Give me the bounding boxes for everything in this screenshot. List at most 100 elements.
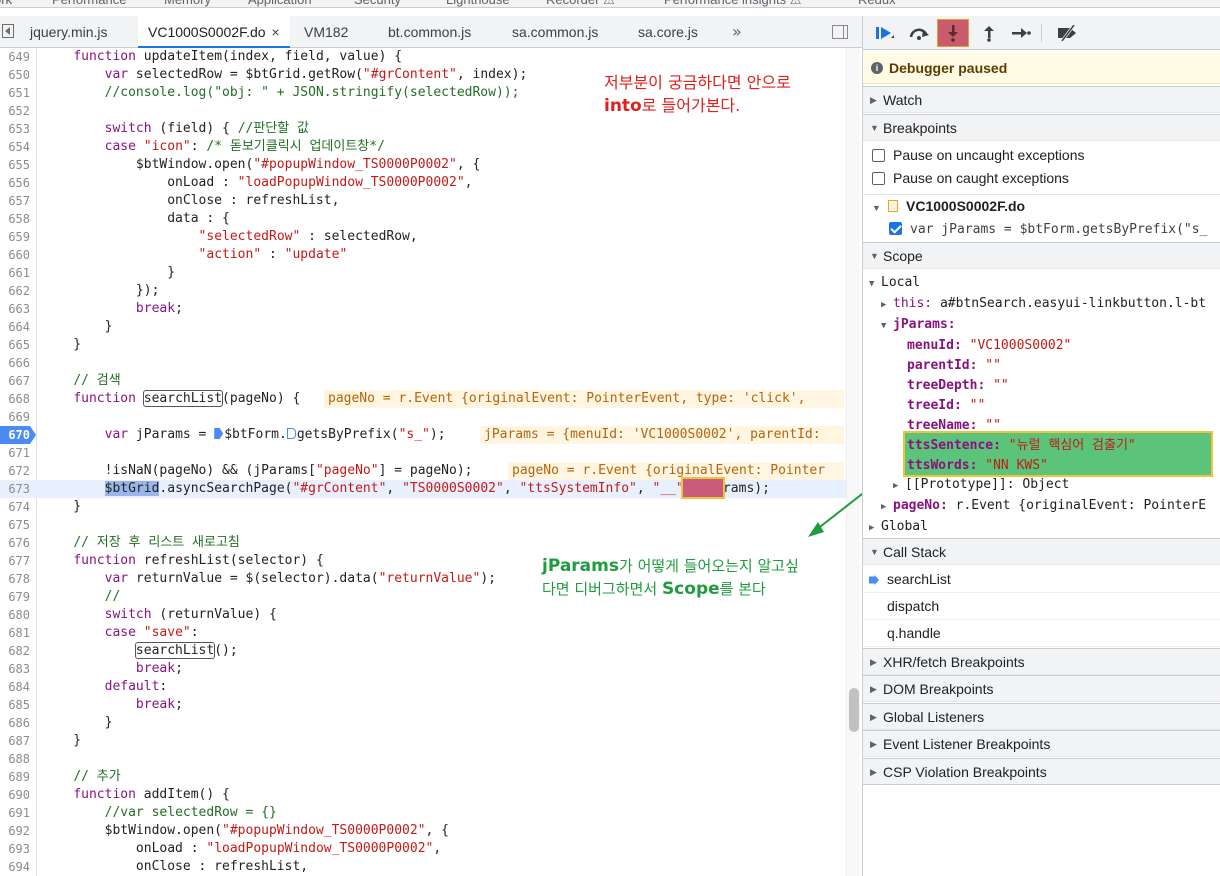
code-line[interactable]: 660 "action" : "update" — [0, 246, 846, 264]
pause-caught-option[interactable]: Pause on caught exceptions — [863, 167, 1220, 190]
checkbox[interactable] — [872, 149, 885, 162]
devtools-tab[interactable]: ork — [0, 0, 12, 7]
section-dom-breakpoints[interactable]: ▶ DOM Breakpoints — [863, 675, 1220, 702]
line-number[interactable]: 649 — [0, 48, 30, 66]
section-scope[interactable]: ▼ Scope — [863, 242, 1220, 269]
line-number[interactable]: 666 — [0, 354, 30, 372]
line-number[interactable]: 667 — [0, 372, 30, 390]
code-line[interactable]: 671 — [0, 444, 846, 462]
code-line[interactable]: 684 default: — [0, 678, 846, 696]
code-line[interactable]: 667 // 검색 — [0, 372, 846, 390]
code-line[interactable]: 682 searchList(); — [0, 642, 846, 660]
line-number[interactable]: 658 — [0, 210, 30, 228]
resume-button[interactable] — [869, 19, 901, 47]
line-number[interactable]: 657 — [0, 192, 30, 210]
line-number[interactable]: 652 — [0, 102, 30, 120]
line-number[interactable]: 661 — [0, 264, 30, 282]
code-line[interactable]: 664 } — [0, 318, 846, 336]
line-number[interactable]: 669 — [0, 408, 30, 426]
code-line[interactable]: 689 // 추가 — [0, 768, 846, 786]
code-line[interactable]: 681 case "save": — [0, 624, 846, 642]
code-line[interactable]: 662 }); — [0, 282, 846, 300]
scope-jparams[interactable]: ▼ jParams: — [863, 313, 1220, 336]
code-line[interactable]: 649 function updateItem(index, field, va… — [0, 48, 846, 66]
line-number[interactable]: 683 — [0, 660, 30, 678]
tab-vm182[interactable]: VM182 — [304, 16, 348, 48]
devtools-tab[interactable]: Recorder ⚠ — [546, 0, 615, 7]
line-number[interactable]: 674 — [0, 498, 30, 516]
code-line[interactable]: 657 onClose : refreshList, — [0, 192, 846, 210]
line-number[interactable]: 672 — [0, 462, 30, 480]
code-line[interactable]: 694 onClose : refreshList, — [0, 858, 846, 876]
line-number[interactable]: 664 — [0, 318, 30, 336]
line-number[interactable]: 680 — [0, 606, 30, 624]
step-into-button[interactable] — [937, 19, 969, 47]
code-line[interactable]: 685 break; — [0, 696, 846, 714]
line-number[interactable]: 682 — [0, 642, 30, 660]
line-number[interactable]: 671 — [0, 444, 30, 462]
line-number[interactable]: 650 — [0, 66, 30, 84]
section-csp-violation-breakpoints[interactable]: ▶ CSP Violation Breakpoints — [863, 758, 1220, 785]
line-number[interactable]: 678 — [0, 570, 30, 588]
line-number[interactable]: 684 — [0, 678, 30, 696]
code-line[interactable]: 653 switch (field) { //판단할 값 — [0, 120, 846, 138]
line-number[interactable]: 673 — [0, 480, 30, 498]
tab-vc1000s0002f[interactable]: VC1000S0002F.do × — [138, 16, 290, 48]
line-number[interactable]: 662 — [0, 282, 30, 300]
devtools-tab[interactable]: Performance insights ⚠ — [664, 0, 801, 7]
checkbox[interactable] — [889, 222, 902, 235]
code-editor[interactable]: 649 function updateItem(index, field, va… — [0, 48, 862, 876]
tab-bt-common[interactable]: bt.common.js — [388, 16, 471, 48]
section-breakpoints[interactable]: ▼ Breakpoints — [863, 114, 1220, 141]
code-line[interactable]: 655 $btWindow.open("#popupWindow_TS0000P… — [0, 156, 846, 174]
line-number[interactable]: 685 — [0, 696, 30, 714]
toggle-debugger-sidebar-icon[interactable] — [832, 25, 848, 39]
section-xhr-breakpoints[interactable]: ▶ XHR/fetch Breakpoints — [863, 648, 1220, 675]
code-line[interactable]: 659 "selectedRow" : selectedRow, — [0, 228, 846, 246]
step-button[interactable] — [1005, 19, 1037, 47]
line-number[interactable]: 686 — [0, 714, 30, 732]
line-number[interactable]: 693 — [0, 840, 30, 858]
code-line[interactable]: 691 //var selectedRow = {} — [0, 804, 846, 822]
section-watch[interactable]: ▶ Watch — [863, 86, 1220, 113]
code-line[interactable]: 687 } — [0, 732, 846, 750]
code-line[interactable]: 674 } — [0, 498, 846, 516]
scope-this[interactable]: ▶ this: a#btnSearch.easyui-linkbutton.l-b… — [863, 292, 1220, 315]
code-line[interactable]: 676 // 저장 후 리스트 새로고침 — [0, 534, 846, 552]
toggle-navigator-icon[interactable] — [2, 24, 14, 38]
call-frame[interactable]: dispatch — [863, 593, 1220, 620]
line-number[interactable]: 677 — [0, 552, 30, 570]
scope-global[interactable]: ▶ Global — [863, 515, 1220, 538]
deactivate-breakpoints-button[interactable] — [1051, 19, 1083, 47]
line-number[interactable]: 655 — [0, 156, 30, 174]
line-number[interactable]: 681 — [0, 624, 30, 642]
code-line[interactable]: 675 — [0, 516, 846, 534]
tab-jquery[interactable]: jquery.min.js — [30, 16, 108, 48]
line-number[interactable]: 694 — [0, 858, 30, 876]
code-line[interactable]: 680 switch (returnValue) { — [0, 606, 846, 624]
checkbox[interactable] — [872, 172, 885, 185]
call-frame[interactable]: q.handle — [863, 620, 1220, 647]
close-icon[interactable]: × — [272, 24, 280, 40]
scope-prototype[interactable]: ▶ [[Prototype]]: Object — [863, 473, 1220, 496]
code-line[interactable]: 661 } — [0, 264, 846, 282]
line-number[interactable]: 665 — [0, 336, 30, 354]
code-line[interactable]: 690 function addItem() { — [0, 786, 846, 804]
editor-scrollbar[interactable] — [846, 48, 860, 876]
code-line[interactable]: 654 case "icon": /* 돋보기클릭시 업데이트창*/ — [0, 138, 846, 156]
code-line[interactable]: 663 break; — [0, 300, 846, 318]
line-number[interactable]: 688 — [0, 750, 30, 768]
devtools-tab[interactable]: Security — [354, 0, 401, 7]
line-number[interactable]: 692 — [0, 822, 30, 840]
step-over-button[interactable] — [903, 19, 935, 47]
code-line[interactable]: 658 data : { — [0, 210, 846, 228]
code-line[interactable]: 666 — [0, 354, 846, 372]
tab-sa-core[interactable]: sa.core.js — [638, 16, 698, 48]
line-number[interactable]: 653 — [0, 120, 30, 138]
code-line[interactable]: 669 — [0, 408, 846, 426]
code-line[interactable]: 686 } — [0, 714, 846, 732]
devtools-tab[interactable]: Application — [248, 0, 312, 7]
call-frame[interactable]: searchList — [863, 566, 1220, 593]
step-out-button[interactable] — [973, 19, 1005, 47]
more-tabs-icon[interactable]: » — [732, 22, 742, 41]
